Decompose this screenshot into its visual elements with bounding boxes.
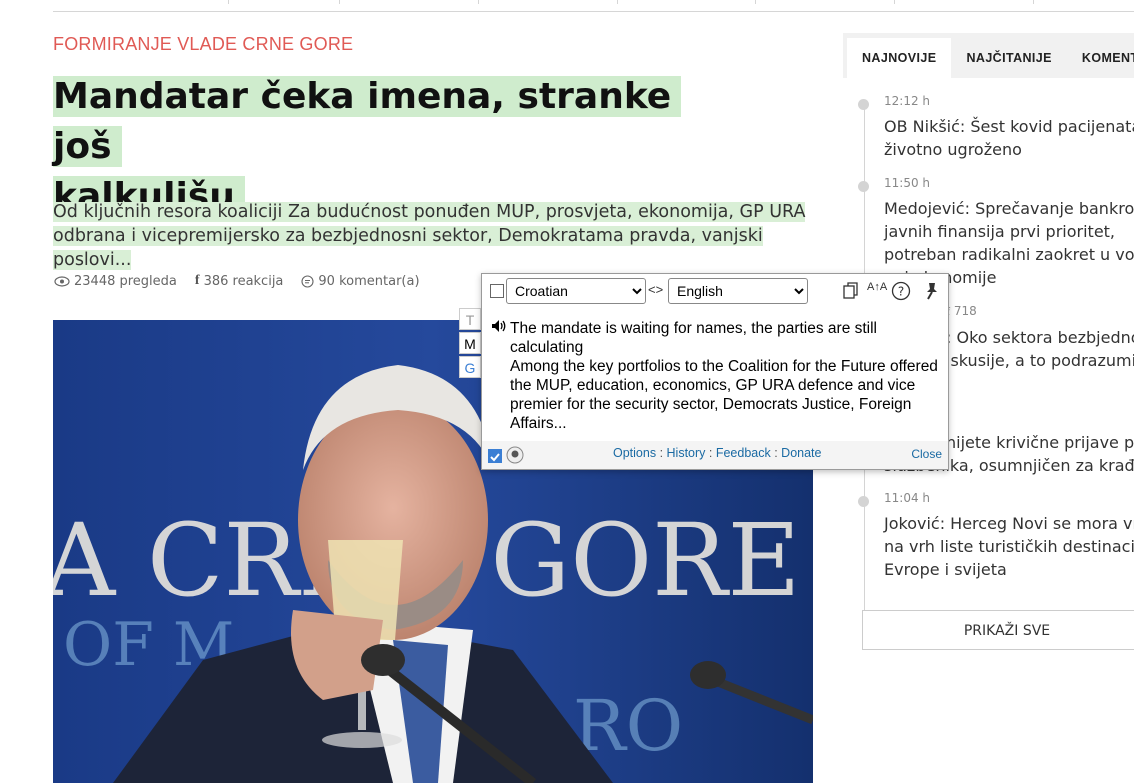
speaker-icon[interactable]	[491, 319, 507, 333]
translator-popup: Croatian <> English A↑A ? The mandate is…	[481, 273, 949, 470]
copy-icon[interactable]	[842, 282, 860, 300]
news-time: 11:50 h	[884, 176, 931, 190]
news-time: 11:04 h	[884, 491, 931, 505]
translator-footer: Options : History : Feedback : Donate Cl…	[482, 441, 948, 469]
side-tab-m[interactable]: M	[459, 332, 481, 354]
article-meta: 23448 pregleda f 386 reakcija 90 komenta…	[54, 273, 420, 289]
top-divider-tick	[755, 0, 756, 4]
translator-links: Options : History : Feedback : Donate	[613, 446, 822, 460]
help-icon[interactable]: ?	[891, 281, 911, 301]
side-tab-t[interactable]: T	[459, 308, 481, 330]
options-link[interactable]: Options	[613, 446, 656, 460]
reactions-label: 386 reakcija	[203, 273, 284, 289]
font-size-icon[interactable]: A↑A	[867, 281, 887, 293]
timeline-dot	[858, 496, 869, 507]
timeline-dot	[858, 99, 869, 110]
source-language-select[interactable]: Croatian	[506, 278, 646, 304]
news-title-line: Joković: Herceg Novi se mora vrat	[884, 514, 1134, 533]
history-link[interactable]: History	[667, 446, 706, 460]
tab-latest[interactable]: NAJNOVIJE	[847, 38, 952, 78]
comment-icon	[301, 274, 314, 288]
eye-icon	[54, 275, 70, 287]
swap-languages-icon[interactable]: <>	[648, 282, 663, 297]
sidebar-tabs: NAJNOVIJE NAJČITANIJE KOMENT	[847, 38, 1134, 78]
translation-title: The mandate is waiting for names, the pa…	[510, 320, 878, 356]
translation-body: Among the key portfolios to the Coalitio…	[510, 358, 938, 432]
timeline-dot	[858, 181, 869, 192]
views-label: 23448 pregleda	[74, 273, 177, 289]
article-lead: Od ključnih resora koaliciji Za budućnos…	[53, 200, 813, 272]
news-title-line: Medojević: Sprečavanje bankrota	[884, 199, 1134, 218]
news-title-line: Evrope i svijeta	[884, 560, 1007, 579]
facebook-icon: f	[194, 273, 200, 288]
pin-icon[interactable]	[922, 281, 942, 301]
top-divider-tick	[228, 0, 229, 4]
top-divider	[53, 11, 1134, 12]
views-count: 23448 pregleda	[54, 273, 177, 289]
side-tab-g[interactable]: G	[459, 356, 481, 378]
article-lead-text: Od ključnih resora koaliciji Za budućnos…	[53, 202, 806, 270]
voice-icon[interactable]	[505, 445, 525, 465]
tab-comments[interactable]: KOMENT	[1067, 38, 1134, 78]
news-title-line: životno ugroženo	[884, 140, 1022, 159]
top-divider-tick	[1033, 0, 1034, 4]
tab-most-read[interactable]: NAJČITANIJE	[951, 38, 1066, 78]
top-divider-tick	[617, 0, 618, 4]
svg-text:?: ?	[898, 285, 904, 299]
news-item[interactable]: 11:04 h Joković: Herceg Novi se mora vra…	[858, 491, 1134, 581]
news-item[interactable]: 12:12 h OB Nikšić: Šest kovid pacijenata…	[858, 94, 1134, 161]
reactions-count[interactable]: f 386 reakcija	[195, 273, 284, 289]
top-divider-tick	[478, 0, 479, 4]
translator-pin-checkbox[interactable]	[490, 284, 504, 298]
news-title-line: OB Nikšić: Šest kovid pacijenata	[884, 117, 1134, 136]
close-link[interactable]: Close	[911, 447, 942, 461]
translator-side-tabs: T M G	[459, 308, 481, 380]
article-category[interactable]: FORMIRANJE VLADE CRNE GORE	[53, 34, 353, 55]
translator-toolbar: Croatian <> English A↑A ?	[482, 274, 948, 308]
comments-label: 90 komentar(a)	[318, 273, 420, 289]
news-time: 12:12 h	[884, 94, 931, 108]
news-title-line: potreban radikalni zaokret u vođe	[884, 245, 1134, 264]
news-title-line: na vrh liste turističkih destinacija	[884, 537, 1134, 556]
donate-link[interactable]: Donate	[781, 446, 821, 460]
top-divider-tick	[894, 0, 895, 4]
top-divider-tick	[339, 0, 340, 4]
comments-count[interactable]: 90 komentar(a)	[301, 273, 420, 289]
translation-output: The mandate is waiting for names, the pa…	[510, 319, 940, 433]
feedback-link[interactable]: Feedback	[716, 446, 771, 460]
news-reaction-count: 718	[953, 304, 977, 318]
target-language-select[interactable]: English	[668, 278, 808, 304]
news-title-line: javnih finansija prvi prioritet,	[884, 222, 1116, 241]
auto-translate-checkbox[interactable]	[488, 449, 502, 463]
headline-line-1: Mandatar čeka imena, stranke još	[53, 76, 682, 167]
show-all-button[interactable]: PRIKAŽI SVE	[862, 610, 1134, 650]
